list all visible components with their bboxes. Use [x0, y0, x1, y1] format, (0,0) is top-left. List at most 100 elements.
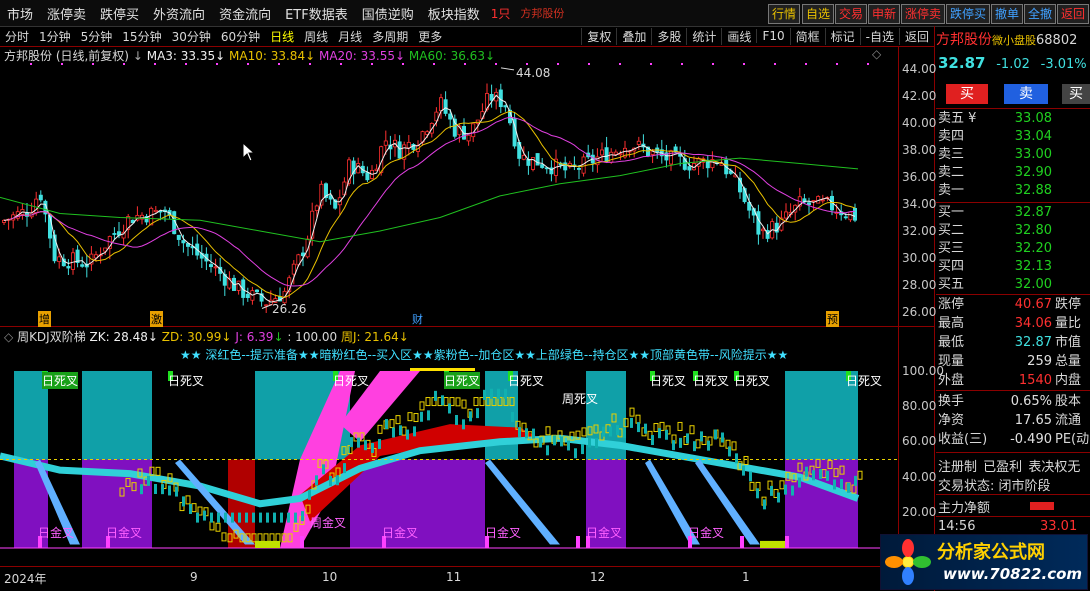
bid-level-row[interactable]: 买二 32.80: [938, 222, 1088, 240]
quick-back-button[interactable]: 返回: [1057, 4, 1090, 24]
menu-market[interactable]: 市场: [0, 4, 40, 23]
stat-row[interactable]: 最低 32.87 市值: [938, 334, 1088, 352]
sell-button[interactable]: 卖: [1004, 84, 1048, 104]
event-badge-increase[interactable]: 增: [38, 311, 51, 327]
tool-draw-line[interactable]: 画线: [721, 27, 756, 45]
event-badge-finance[interactable]: 财: [412, 311, 423, 327]
weekly-j-step: [275, 533, 281, 543]
period-30min[interactable]: 30分钟: [167, 28, 216, 45]
period-1min[interactable]: 1分钟: [34, 28, 76, 45]
quick-ipo-button[interactable]: 申新: [868, 4, 901, 24]
stat2-label: 净资: [938, 413, 965, 428]
bid-level-row[interactable]: 买五 32.00: [938, 276, 1088, 294]
weekly-k-step: [252, 512, 255, 523]
signal-dot: [433, 63, 435, 65]
ask-level-row[interactable]: 卖四 33.04: [938, 128, 1088, 146]
candle-body: [521, 155, 526, 160]
tool-adjust[interactable]: 复权: [581, 27, 616, 45]
tool-back[interactable]: 返回: [898, 27, 934, 45]
tool-add-watchlist[interactable]: -自选: [859, 27, 899, 45]
ask-level-row[interactable]: 卖五 ¥ 33.08: [938, 110, 1088, 128]
period-daily[interactable]: 日线: [265, 28, 299, 45]
tool-mark[interactable]: 标记: [824, 27, 860, 45]
ask-level-value: 32.90: [1014, 165, 1052, 180]
menu-etf-table[interactable]: ETF数据表: [278, 4, 355, 23]
stat2-row[interactable]: 收益(三) -0.490 PE(动: [938, 431, 1089, 449]
period-more[interactable]: 更多: [413, 28, 447, 45]
signal-death-cross: 日死叉: [333, 374, 370, 388]
bid-level-row[interactable]: 买四 32.13: [938, 258, 1088, 276]
weekly-k-step: [462, 419, 465, 430]
ask-level-row[interactable]: 卖一 32.88: [938, 182, 1088, 200]
event-badge-incentive[interactable]: 激: [150, 311, 163, 327]
weekly-k-step: [273, 512, 276, 523]
weekly-j-step: [389, 419, 395, 429]
weekly-k-step: [189, 503, 192, 514]
period-5min[interactable]: 5分钟: [76, 28, 118, 45]
signal-golden-cross: 日金叉: [106, 526, 143, 540]
quick-cancel-button[interactable]: 撤单: [991, 4, 1024, 24]
weekly-k-step: [623, 428, 626, 439]
weekly-k-step: [567, 440, 570, 451]
tool-overlay[interactable]: 叠加: [616, 27, 651, 45]
stat-row[interactable]: 现量 259 总量: [938, 353, 1088, 371]
stat2-row[interactable]: 换手 0.65% 股本: [938, 393, 1088, 411]
weekly-k-step: [819, 468, 822, 479]
price-axis-label: 26.00: [902, 305, 937, 319]
period-60min[interactable]: 60分钟: [216, 28, 265, 45]
price-axis-label: 38.00: [902, 143, 937, 157]
ask-level-row[interactable]: 卖二 32.90: [938, 164, 1088, 182]
tool-f10[interactable]: F10: [756, 29, 789, 43]
period-monthly[interactable]: 月线: [333, 28, 367, 45]
quick-cancel-all-button[interactable]: 全撤: [1024, 4, 1057, 24]
stat-label: 外盘: [938, 373, 965, 388]
more-trade-button[interactable]: 买: [1062, 84, 1090, 104]
settings-diamond-icon[interactable]: ◇: [4, 330, 13, 344]
tick-time: 14:56: [938, 519, 976, 534]
quick-trade-button[interactable]: 交易: [835, 4, 868, 24]
menu-fund-flow[interactable]: 资金流向: [212, 4, 278, 23]
menu-repo[interactable]: 国债逆购: [355, 4, 421, 23]
menu-sector-index[interactable]: 板块指数: [421, 4, 487, 23]
stat-row[interactable]: 涨停 40.67 跌停: [938, 296, 1088, 314]
quick-limit-up-sell-button[interactable]: 涨停卖: [901, 4, 946, 24]
quick-limit-down-buy-button[interactable]: 跌停买: [946, 4, 991, 24]
weekly-k-step: [343, 463, 346, 474]
period-intraday[interactable]: 分时: [0, 28, 34, 45]
tool-simple-frame[interactable]: 简框: [789, 27, 825, 45]
period-weekly[interactable]: 周线: [299, 28, 333, 45]
period-multi[interactable]: 多周期: [367, 28, 413, 45]
weekly-j-step: [461, 399, 467, 409]
menu-foreign-flow[interactable]: 外资流向: [146, 4, 212, 23]
ma3-line: [3, 94, 856, 303]
candle-body: [365, 172, 370, 181]
bid-level-value: 32.87: [1014, 205, 1052, 220]
settings-diamond-icon[interactable]: ◇: [872, 47, 881, 61]
period-15min[interactable]: 15分钟: [117, 28, 166, 45]
weekly-k-step: [840, 479, 843, 490]
event-badge-forecast[interactable]: 预: [826, 311, 839, 327]
weekly-k-step: [525, 428, 528, 439]
tool-multi-stock[interactable]: 多股: [651, 27, 686, 45]
weekly-k-step: [357, 437, 360, 448]
tool-statistics[interactable]: 统计: [686, 27, 721, 45]
golden-cross-marker: [300, 536, 304, 548]
candle-body: [636, 140, 641, 145]
candle-body: [848, 211, 853, 221]
bid-level-label: 买四: [938, 259, 965, 274]
buy-button[interactable]: 买: [946, 84, 988, 104]
menu-limit-down-buy[interactable]: 跌停买: [93, 4, 146, 23]
quick-watchlist-button[interactable]: 自选: [802, 4, 835, 24]
bid-level-row[interactable]: 买三 32.20: [938, 240, 1088, 258]
stat2-row[interactable]: 净资 17.65 流通: [938, 412, 1088, 430]
quick-quote-button[interactable]: 行情: [768, 4, 801, 24]
stat-row[interactable]: 外盘 1540 内盘: [938, 372, 1088, 390]
candle-body: [80, 264, 85, 267]
candlestick-chart[interactable]: [0, 60, 898, 326]
menu-limit-up-sell[interactable]: 涨停卖: [40, 4, 93, 23]
quote-header: 方邦股份微小盘股68802: [936, 29, 1090, 51]
stat-row[interactable]: 最高 34.06 量比: [938, 315, 1088, 333]
ask-level-row[interactable]: 卖三 33.00: [938, 146, 1088, 164]
weekly-k-step: [714, 429, 717, 440]
bid-level-row[interactable]: 买一 32.87: [938, 204, 1088, 222]
